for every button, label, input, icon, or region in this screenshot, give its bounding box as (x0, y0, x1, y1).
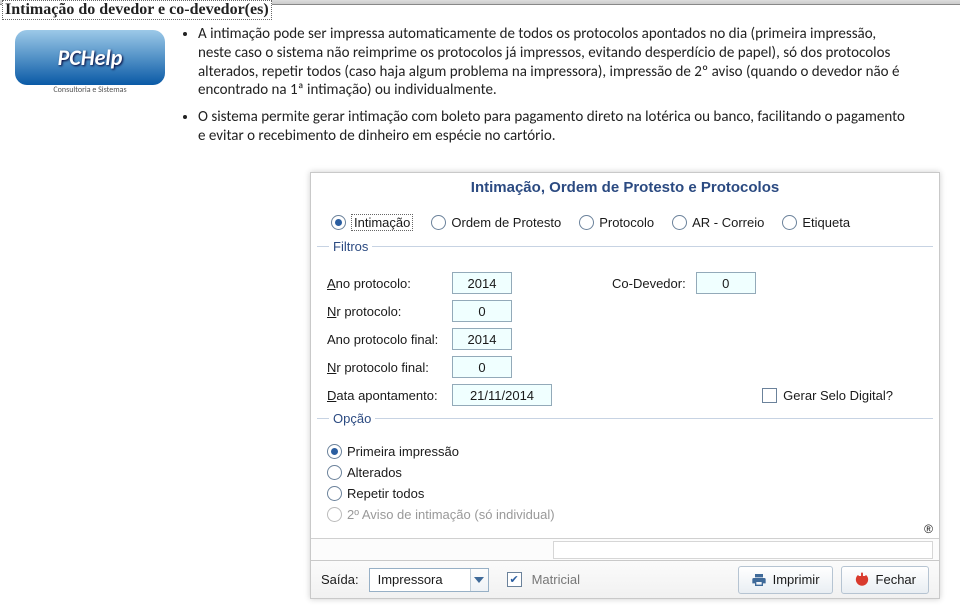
checkbox-gerar-selo[interactable] (762, 388, 777, 403)
label-nr-protocolo: Nr protocolo: (327, 304, 452, 319)
radio-dot-icon (327, 465, 342, 480)
radio-dot-icon (331, 215, 346, 230)
radio-segundo-aviso (327, 507, 342, 522)
label-gerar-selo: Gerar Selo Digital? (783, 388, 893, 403)
radio-label: Protocolo (599, 215, 654, 230)
radio-repetir-todos[interactable] (327, 486, 342, 501)
checkbox-label: Matricial (532, 572, 580, 587)
radio-alterados[interactable] (327, 465, 342, 480)
radio-ordem-protesto[interactable]: Ordem de Protesto (431, 214, 561, 231)
option-label: Repetir todos (347, 486, 424, 501)
chevron-down-icon (470, 569, 488, 591)
radio-dot-icon (327, 507, 342, 522)
button-label: Fechar (876, 572, 916, 587)
bullet-item: A intimação pode ser impressa automatica… (198, 25, 910, 100)
registered-mark: ® (924, 522, 933, 536)
radio-intimacao[interactable]: Intimação (331, 214, 413, 231)
close-button[interactable]: Fechar (841, 566, 929, 594)
document-type-radios: Intimação Ordem de Protesto Protocolo AR… (311, 206, 939, 246)
radio-dot-icon (327, 486, 342, 501)
brand-logo: PCHelp Consultoria e Sistemas (10, 25, 170, 95)
label-ano-protocolo-final: Ano protocolo final: (327, 332, 452, 347)
input-nr-protocolo-final[interactable] (452, 356, 512, 378)
radio-protocolo[interactable]: Protocolo (579, 214, 654, 231)
radio-label: Ordem de Protesto (451, 215, 561, 230)
label-ano-protocolo: Ano protocolo: (327, 276, 452, 291)
option-label: Alterados (347, 465, 402, 480)
button-label: Imprimir (773, 572, 820, 587)
label-co-devedor: Co-Devedor: (612, 276, 686, 291)
bullet-item: O sistema permite gerar intimação com bo… (198, 108, 910, 146)
logo-text: PCHelp (15, 30, 165, 85)
radio-label: Etiqueta (802, 215, 850, 230)
status-bar (311, 538, 939, 560)
option-label: Primeira impressão (347, 444, 459, 459)
input-co-devedor[interactable] (696, 272, 756, 294)
label-nr-protocolo-final: Nr protocolo final: (327, 360, 452, 375)
option-label: 2º Aviso de intimação (só individual) (347, 507, 555, 522)
combo-saida[interactable]: Impressora (369, 568, 489, 592)
radio-dot-icon (431, 215, 446, 230)
print-button[interactable]: Imprimir (738, 566, 833, 594)
radio-ar-correio[interactable]: AR - Correio (672, 214, 764, 231)
radio-label: Intimação (351, 214, 413, 231)
radio-primeira-impressao[interactable] (327, 444, 342, 459)
app-window: Intimação, Ordem de Protesto e Protocolo… (310, 172, 940, 599)
power-icon (854, 572, 870, 588)
status-box (553, 541, 933, 559)
radio-dot-icon (782, 215, 797, 230)
input-data-apontamento[interactable] (452, 384, 552, 406)
input-ano-protocolo-final[interactable] (452, 328, 512, 350)
checkbox-icon (507, 572, 522, 587)
description-list: A intimação pode ser impressa automatica… (180, 25, 950, 154)
label-saida: Saída: (321, 572, 359, 587)
window-title: Intimação, Ordem de Protesto e Protocolo… (311, 173, 939, 206)
radio-dot-icon (579, 215, 594, 230)
radio-dot-icon (672, 215, 687, 230)
radio-dot-icon (327, 444, 342, 459)
group-filtros: Filtros (317, 246, 933, 272)
radio-etiqueta[interactable]: Etiqueta (782, 214, 850, 231)
radio-label: AR - Correio (692, 215, 764, 230)
label-data-apontamento: Data apontamento: (327, 388, 452, 403)
input-ano-protocolo[interactable] (452, 272, 512, 294)
group-opcao: Opção (317, 418, 933, 444)
printer-icon (751, 572, 767, 588)
input-nr-protocolo[interactable] (452, 300, 512, 322)
combo-value: Impressora (370, 572, 470, 587)
checkbox-matricial: Matricial (507, 572, 580, 587)
window-footer: Saída: Impressora Matricial Imprimir Fec… (311, 560, 939, 598)
logo-subtitle: Consultoria e Sistemas (53, 85, 126, 95)
page-title: Intimação do devedor e co-devedor(es) (2, 0, 272, 20)
